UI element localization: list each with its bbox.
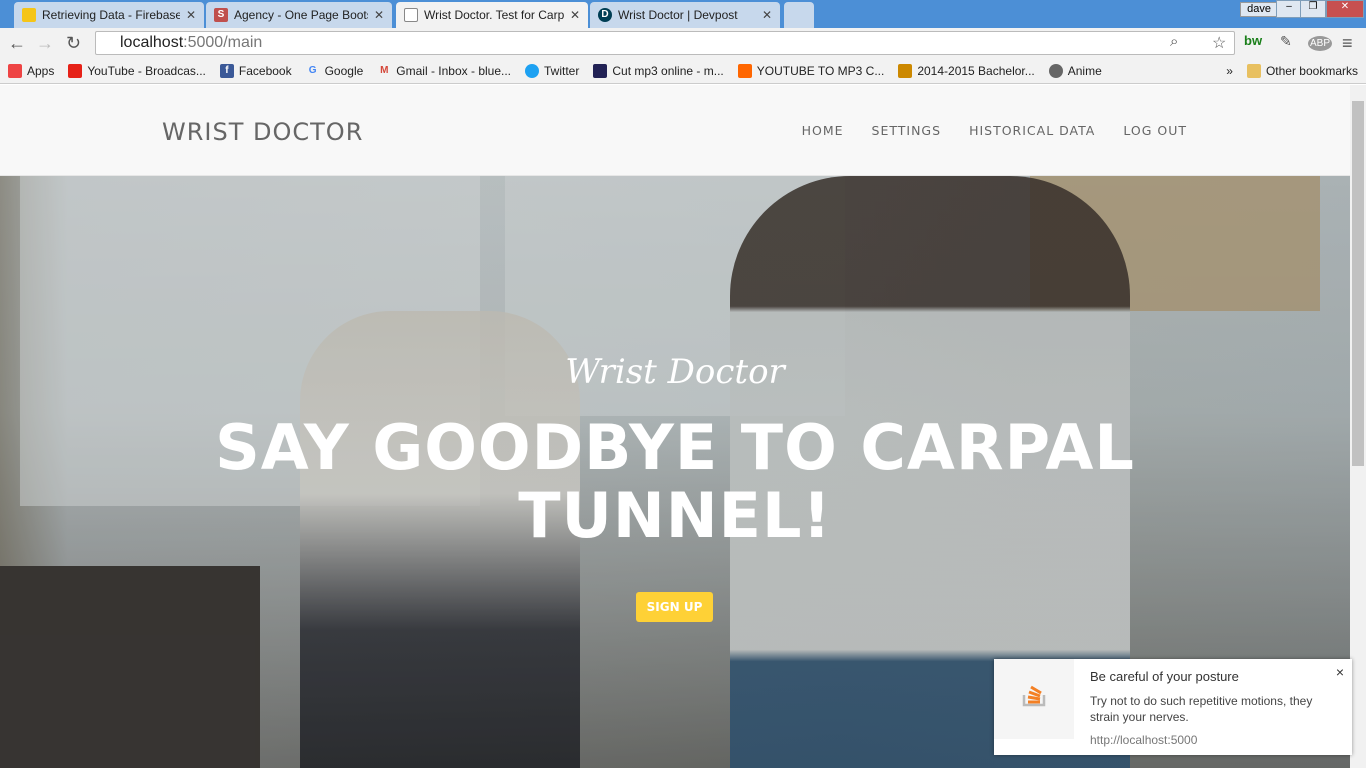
site-brand[interactable]: WRIST DOCTOR: [162, 118, 363, 146]
notification-origin: http://localhost:5000: [1090, 733, 1198, 747]
google-icon: G: [308, 64, 317, 76]
tab-agency[interactable]: S Agency - One Page Boots ✕: [206, 2, 392, 28]
restore-button[interactable]: ❐: [1300, 0, 1326, 18]
search-icon[interactable]: ⌕: [1170, 33, 1178, 50]
address-bar[interactable]: localhost:5000/main: [95, 31, 1235, 55]
nav-home[interactable]: HOME: [802, 123, 844, 138]
bookmark-label: Anime: [1067, 63, 1102, 78]
extension-icon[interactable]: bw: [1244, 33, 1262, 48]
desktop-notification[interactable]: Be careful of your posture Try not to do…: [994, 659, 1352, 755]
gmail-icon: M: [380, 64, 389, 76]
forward-icon[interactable]: →: [36, 33, 54, 54]
bookmark-cut-mp3[interactable]: Cut mp3 online - m...: [593, 63, 724, 78]
twitter-icon: [525, 63, 540, 78]
bookmark-label: Twitter: [544, 63, 580, 78]
close-window-button[interactable]: ✕: [1326, 0, 1364, 18]
url-path: :5000/main: [183, 34, 263, 51]
bookmark-label: YOUTUBE TO MP3 C...: [756, 63, 885, 78]
apps-icon: [8, 63, 22, 78]
close-icon[interactable]: ✕: [374, 8, 384, 22]
hero-title: SAY GOODBYE TO CARPAL TUNNEL!: [215, 411, 1135, 552]
shield-icon: [898, 63, 913, 78]
reload-icon[interactable]: ↻: [66, 33, 81, 54]
facebook-icon: f: [219, 63, 234, 78]
url-host: localhost: [120, 34, 184, 51]
tab-title: Wrist Doctor | Devpost: [618, 8, 738, 22]
mp3-icon: [593, 63, 608, 78]
firebase-icon: [22, 8, 36, 22]
close-icon[interactable]: ✕: [762, 8, 772, 22]
tab-title: Wrist Doctor. Test for Carp: [424, 8, 564, 22]
nav-settings[interactable]: SETTINGS: [872, 123, 942, 138]
browser-toolbar: ← → ↻ localhost:5000/main ⌕ ☆ bw ✎ ABP ≡: [0, 28, 1366, 58]
close-icon[interactable]: ✕: [570, 8, 580, 22]
tab-title: Retrieving Data - Firebase: [42, 8, 180, 22]
tab-title: Agency - One Page Boots: [234, 8, 368, 22]
bookmark-anime[interactable]: Anime: [1048, 63, 1102, 78]
new-tab-button[interactable]: [784, 2, 814, 28]
bookmark-label: Other bookmarks: [1265, 63, 1358, 78]
bookmark-label: Facebook: [238, 63, 292, 78]
hero-subtitle: Wrist Doctor: [565, 352, 785, 392]
notification-body: Try not to do such repetitive motions, t…: [1090, 694, 1313, 724]
bookmark-gmail[interactable]: M Gmail - Inbox - blue...: [377, 64, 511, 78]
anime-icon: [1048, 63, 1063, 78]
folder-icon: [1246, 63, 1261, 78]
notification-title: Be careful of your posture: [1090, 669, 1239, 684]
close-icon[interactable]: ×: [1336, 664, 1344, 680]
minimize-button[interactable]: –: [1276, 0, 1302, 18]
bookmark-label: Google: [324, 63, 364, 78]
menu-icon[interactable]: ≡: [1342, 33, 1353, 54]
site-menu: HOME SETTINGS HISTORICAL DATA LOG OUT: [802, 123, 1187, 138]
bookmark-bachelor[interactable]: 2014-2015 Bachelor...: [898, 63, 1035, 78]
user-profile-button[interactable]: dave: [1240, 2, 1278, 17]
devpost-icon: D: [598, 8, 612, 22]
page-scrollbar[interactable]: [1350, 85, 1366, 768]
bookmark-label: Cut mp3 online - m...: [612, 63, 724, 78]
bookmark-google[interactable]: G Google: [306, 64, 364, 78]
bookmark-twitter[interactable]: Twitter: [525, 63, 580, 78]
nav-historical-data[interactable]: HISTORICAL DATA: [969, 123, 1095, 138]
notification-icon: [994, 659, 1074, 739]
tab-devpost[interactable]: D Wrist Doctor | Devpost ✕: [590, 2, 780, 28]
nav-log-out[interactable]: LOG OUT: [1123, 123, 1187, 138]
sign-up-button[interactable]: SIGN UP: [636, 592, 713, 622]
scrollbar-thumb[interactable]: [1352, 101, 1364, 466]
stack-icon: [1022, 685, 1046, 707]
other-bookmarks[interactable]: Other bookmarks: [1246, 63, 1358, 78]
bookmark-label: 2014-2015 Bachelor...: [917, 63, 1035, 78]
star-icon[interactable]: ☆: [1212, 33, 1226, 53]
bookmark-facebook[interactable]: f Facebook: [219, 63, 292, 78]
youtube-mp3-icon: [737, 63, 752, 78]
bookmark-youtube-mp3[interactable]: YOUTUBE TO MP3 C...: [737, 63, 885, 78]
bookmarks-bar: Apps YouTube - Broadcas... f Facebook G Go…: [0, 58, 1366, 84]
tab-wrist-doctor[interactable]: Wrist Doctor. Test for Carp ✕: [396, 2, 588, 28]
eyedropper-icon[interactable]: ✎: [1280, 33, 1292, 50]
bookmark-label: YouTube - Broadcas...: [87, 63, 206, 78]
bookmark-apps[interactable]: Apps: [8, 63, 55, 78]
tab-strip: Retrieving Data - Firebase ✕ S Agency - On…: [0, 0, 1366, 28]
bookmark-label: Apps: [27, 63, 55, 78]
more-bookmarks-button[interactable]: »: [1226, 64, 1233, 78]
close-icon[interactable]: ✕: [186, 8, 196, 22]
s-icon: S: [214, 8, 228, 22]
youtube-icon: [68, 63, 83, 78]
tab-firebase[interactable]: Retrieving Data - Firebase ✕: [14, 2, 204, 28]
page-icon: [404, 8, 418, 22]
adblock-icon[interactable]: ABP: [1308, 36, 1333, 51]
site-navbar: WRIST DOCTOR HOME SETTINGS HISTORICAL DA…: [0, 85, 1350, 176]
bookmark-label: Gmail - Inbox - blue...: [396, 63, 512, 78]
bookmark-youtube[interactable]: YouTube - Broadcas...: [68, 63, 206, 78]
back-icon[interactable]: ←: [8, 33, 26, 54]
